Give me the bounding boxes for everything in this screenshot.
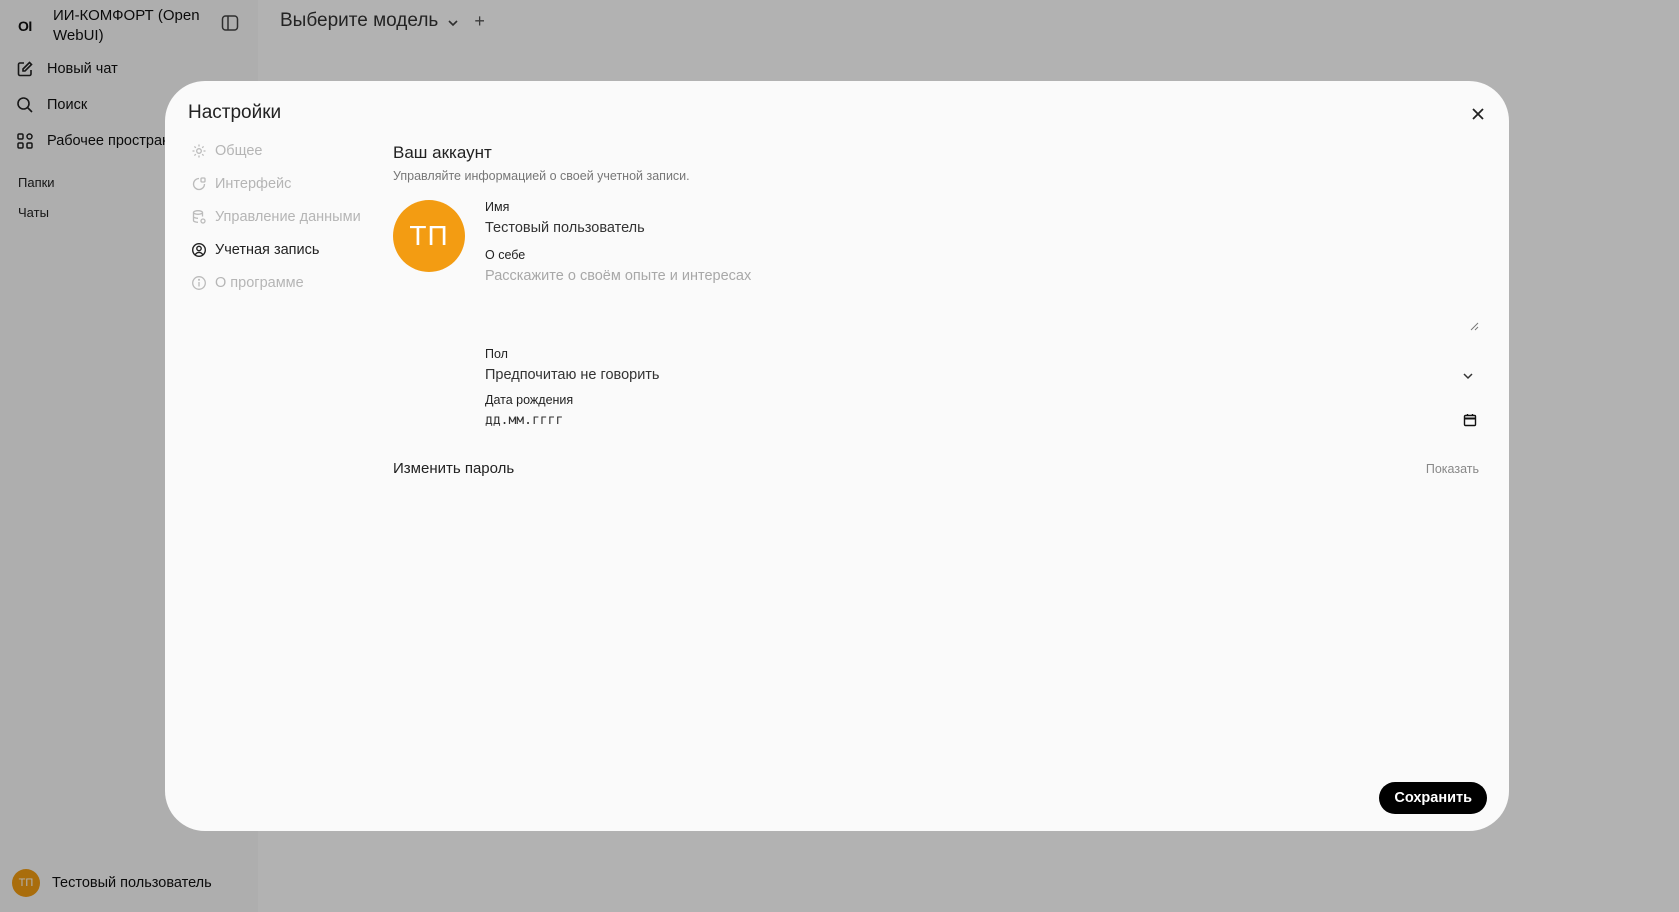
birthdate-label: Дата рождения bbox=[485, 393, 574, 407]
gender-label: Пол bbox=[485, 347, 508, 361]
database-icon bbox=[191, 209, 207, 225]
tab-label: О программе bbox=[215, 275, 304, 291]
tab-interface[interactable]: Интерфейс bbox=[191, 174, 361, 194]
profile-avatar[interactable]: ТП bbox=[393, 200, 465, 272]
tab-about[interactable]: О программе bbox=[191, 273, 361, 293]
gear-icon bbox=[191, 143, 207, 159]
show-password-button[interactable]: Показать bbox=[1426, 462, 1479, 476]
bio-label: О себе bbox=[485, 248, 526, 262]
tab-label: Общее bbox=[215, 143, 263, 159]
bio-placeholder: Расскажите о своём опыте и интересах bbox=[485, 268, 752, 284]
tab-general[interactable]: Общее bbox=[191, 141, 361, 161]
resize-handle-icon[interactable] bbox=[1469, 318, 1479, 331]
change-password-label: Изменить пароль bbox=[393, 460, 515, 477]
profile-fields: Имя Тестовый пользователь О себе Расскаж… bbox=[485, 200, 1479, 428]
gender-select[interactable]: Предпочитаю не говорить bbox=[485, 367, 1479, 383]
name-input[interactable]: Тестовый пользователь bbox=[485, 220, 1479, 236]
settings-tabs: Общее Интерфейс Управление данными Учетн… bbox=[191, 141, 361, 306]
name-label: Имя bbox=[485, 200, 510, 214]
birthdate-placeholder: дд.мм.гггг bbox=[485, 413, 564, 428]
save-button[interactable]: Сохранить bbox=[1379, 782, 1487, 814]
birthdate-input[interactable]: дд.мм.гггг bbox=[485, 413, 1479, 428]
modal-title: Настройки bbox=[188, 102, 282, 123]
account-panel: Ваш аккаунт Управляйте информацией о сво… bbox=[393, 143, 1479, 477]
settings-modal: Настройки Общее Интерфейс Управление дан… bbox=[165, 81, 1509, 831]
tab-data-management[interactable]: Управление данными bbox=[191, 207, 361, 227]
tab-label: Интерфейс bbox=[215, 176, 292, 192]
chevron-down-icon bbox=[1461, 369, 1475, 383]
gender-value: Предпочитаю не говорить bbox=[485, 367, 660, 383]
account-subheading: Управляйте информацией о своей учетной з… bbox=[393, 169, 690, 183]
interface-icon bbox=[191, 176, 207, 192]
tab-label: Управление данными bbox=[215, 209, 361, 225]
bio-textarea[interactable]: Расскажите о своём опыте и интересах bbox=[485, 268, 1479, 331]
tab-account[interactable]: Учетная запись bbox=[191, 240, 361, 260]
tab-label: Учетная запись bbox=[215, 242, 320, 258]
close-icon[interactable] bbox=[1469, 105, 1487, 123]
account-heading: Ваш аккаунт bbox=[393, 143, 492, 162]
calendar-icon[interactable] bbox=[1463, 413, 1477, 427]
user-circle-icon bbox=[191, 242, 207, 258]
info-icon bbox=[191, 275, 207, 291]
change-password-row: Изменить пароль Показать bbox=[393, 460, 1479, 477]
